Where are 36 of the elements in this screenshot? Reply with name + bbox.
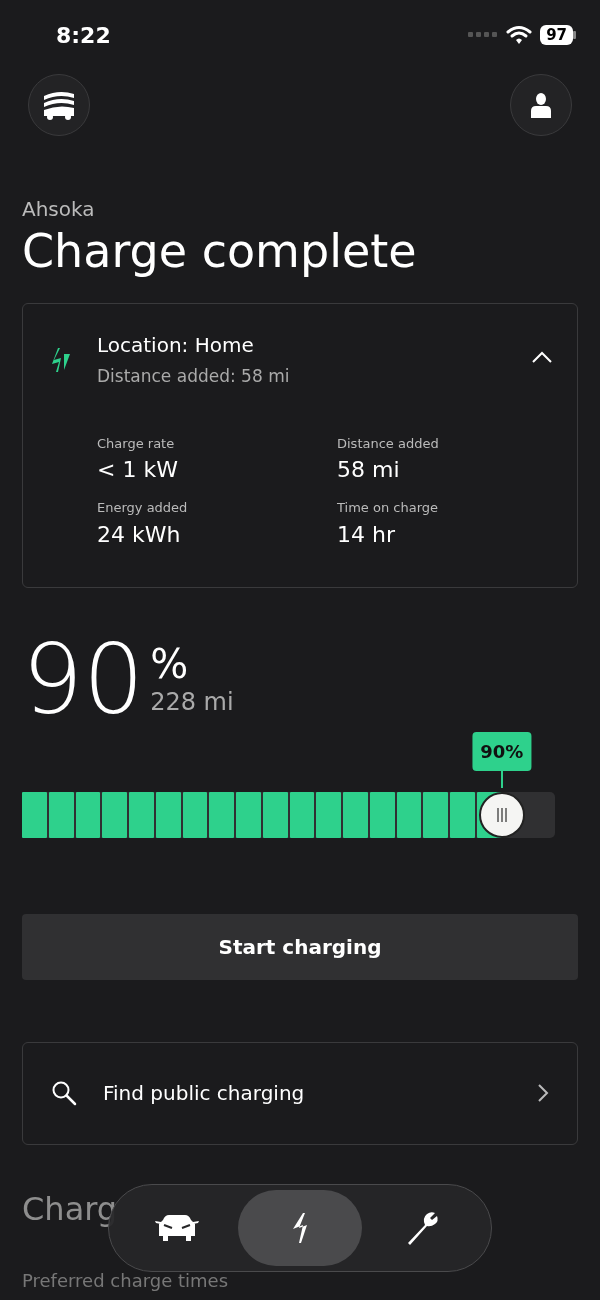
section-heading: Charg — [22, 1188, 118, 1230]
search-icon — [51, 1080, 77, 1107]
location-label: Location: Home — [97, 332, 255, 360]
stat-value: 14 hr — [337, 520, 396, 549]
vehicle-name: Ahsoka — [22, 196, 96, 223]
car-icon — [154, 1214, 199, 1242]
stat-label: Charge rate — [97, 434, 176, 453]
stat-label: Distance added — [337, 434, 440, 453]
signal-icon — [468, 31, 499, 39]
chevron-right-icon — [537, 1083, 549, 1104]
page-title: Charge complete — [22, 224, 418, 280]
find-charging-label: Find public charging — [103, 1080, 306, 1108]
stat-label: Time on charge — [337, 499, 439, 518]
wifi-icon — [506, 25, 533, 45]
wrench-icon — [407, 1211, 440, 1245]
charge-limit-slider[interactable] — [22, 791, 555, 838]
charge-limit-label: 90% — [472, 731, 532, 771]
battery-level: 97 — [540, 25, 573, 45]
distance-summary: Distance added: 58 mi — [97, 365, 291, 389]
stat-value: 58 mi — [337, 456, 401, 485]
lightning-icon — [51, 346, 73, 375]
settings-row-label: Preferred charge times — [22, 1268, 229, 1293]
start-charging-button[interactable]: Start charging — [22, 913, 578, 980]
range-estimate: 228 mi — [150, 686, 234, 718]
percent-sign: % — [150, 643, 190, 684]
stat-value: 24 kWh — [97, 520, 182, 549]
stat-value: < 1 kW — [97, 456, 179, 485]
lightning-icon — [292, 1213, 308, 1243]
grip-icon — [495, 806, 508, 823]
charge-percent: 90 — [22, 631, 145, 728]
status-time: 8:22 — [56, 21, 111, 50]
stat-label: Energy added — [97, 499, 189, 518]
vehicle-stack-icon — [42, 90, 76, 120]
battery-tip-icon — [573, 31, 576, 39]
find-charging-row[interactable]: Find public charging — [22, 1041, 578, 1145]
person-icon — [531, 92, 551, 118]
